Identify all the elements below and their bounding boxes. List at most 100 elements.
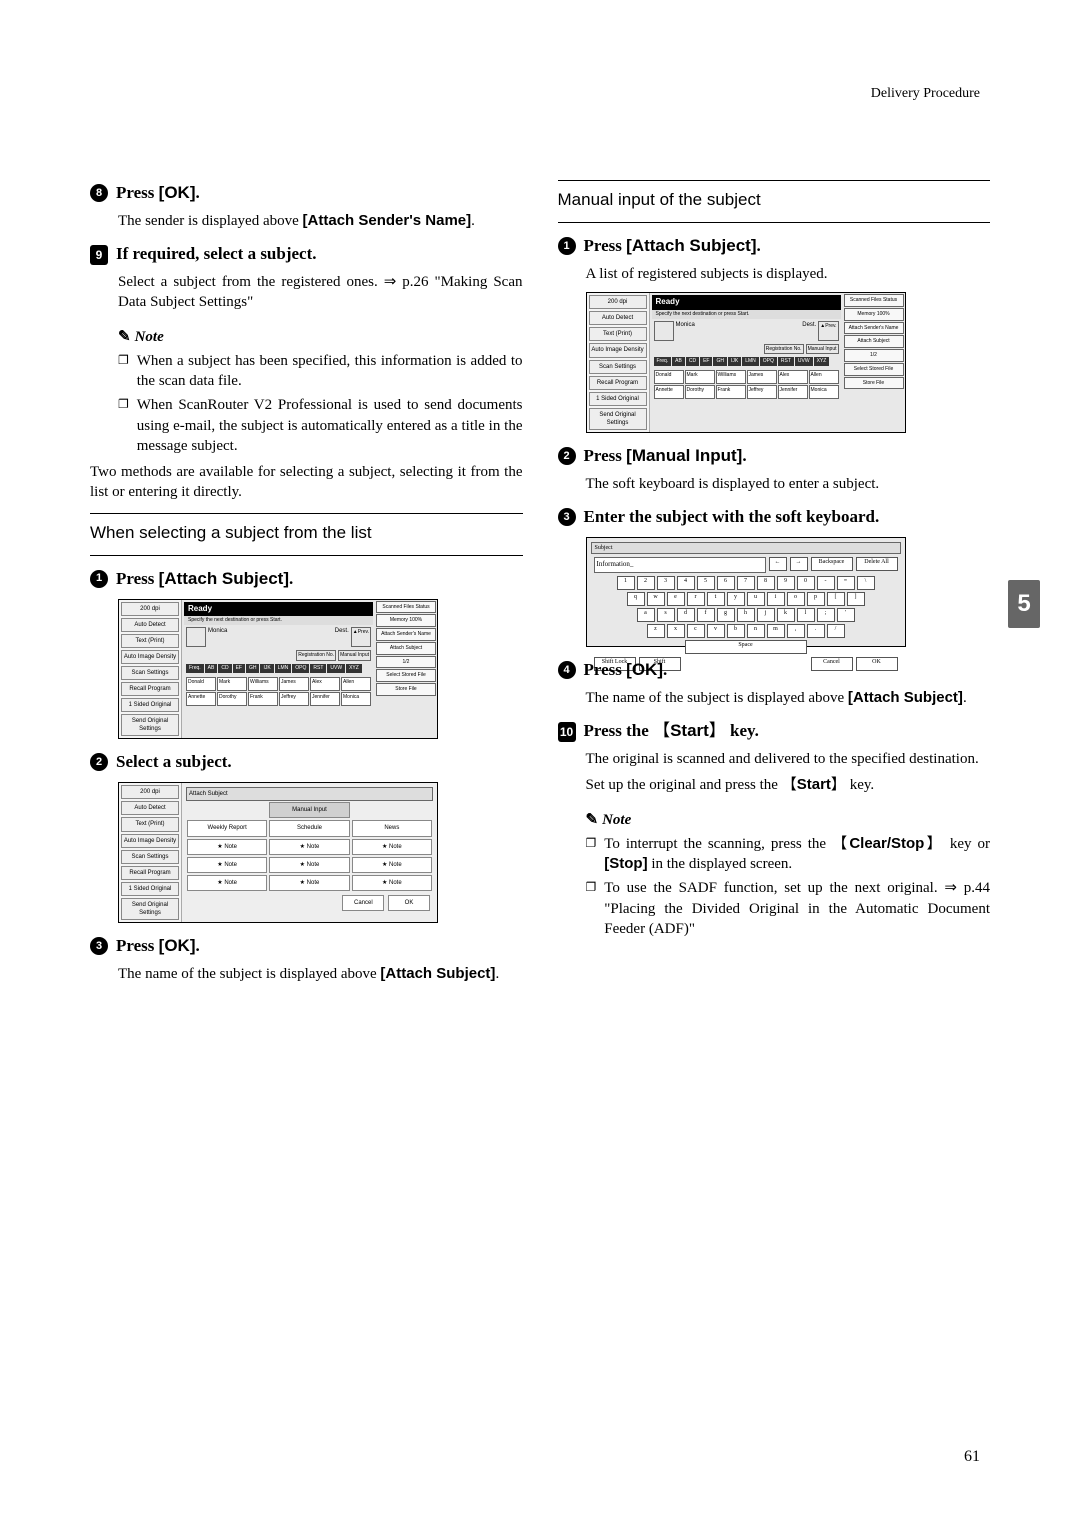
ss-btn[interactable]: 200 dpi <box>121 785 179 799</box>
kb-key[interactable]: w <box>647 592 665 606</box>
ss-name[interactable]: Frank <box>248 692 278 706</box>
ss-tab[interactable]: AB <box>672 357 685 366</box>
ss-name[interactable]: Allen <box>341 677 371 691</box>
ss-tab[interactable]: XYZ <box>814 357 830 366</box>
ss-subj-item[interactable]: ★ Note <box>187 839 267 855</box>
ss-tab[interactable]: LMN <box>742 357 759 366</box>
ss-tab[interactable]: GH <box>713 357 727 366</box>
ss-btn[interactable]: Auto Detect <box>589 311 647 325</box>
kb-key[interactable]: 2 <box>637 576 655 590</box>
ss-btn[interactable]: Scanned Files Status <box>376 601 436 614</box>
ss-name[interactable]: Mark <box>685 370 715 384</box>
ss-btn[interactable]: Attach Subject <box>376 642 436 655</box>
kb-key[interactable]: s <box>657 608 675 622</box>
ss-btn[interactable]: Attach Sender's Name <box>376 628 436 641</box>
kb-key[interactable]: m <box>767 624 785 638</box>
kb-key[interactable]: . <box>807 624 825 638</box>
kb-key[interactable]: f <box>697 608 715 622</box>
ss-tab[interactable]: IJK <box>728 357 741 366</box>
kb-key[interactable]: b <box>727 624 745 638</box>
ss-btn[interactable]: 1 Sided Original <box>121 882 179 896</box>
ss-name[interactable]: Jennifer <box>310 692 340 706</box>
ss-name[interactable]: Jeffrey <box>279 692 309 706</box>
ss-tab[interactable]: OPQ <box>760 357 777 366</box>
ss-btn[interactable]: Recall Program <box>589 376 647 390</box>
ss-btn[interactable]: 1 Sided Original <box>121 698 179 712</box>
ss-tab[interactable]: EF <box>233 664 245 673</box>
ss-name[interactable]: James <box>747 370 777 384</box>
ss-btn[interactable]: Store File <box>844 377 904 390</box>
ss-tab[interactable]: OPQ <box>292 664 309 673</box>
kb-key[interactable]: q <box>627 592 645 606</box>
kb-left-icon[interactable]: ← <box>769 557 787 571</box>
ss-btn[interactable]: Recall Program <box>121 866 179 880</box>
ss-subj-item[interactable]: ★ Note <box>269 839 349 855</box>
ss-name[interactable]: Annette <box>654 385 684 399</box>
kb-key[interactable]: t <box>707 592 725 606</box>
ss-subj-item[interactable]: Schedule <box>269 820 349 836</box>
kb-key[interactable]: c <box>687 624 705 638</box>
kb-key[interactable]: 8 <box>757 576 775 590</box>
ss-name[interactable]: Alex <box>310 677 340 691</box>
kb-key[interactable]: 0 <box>797 576 815 590</box>
ss-btn[interactable]: Auto Detect <box>121 801 179 815</box>
ss-name[interactable]: Dorothy <box>217 692 247 706</box>
kb-key[interactable]: i <box>767 592 785 606</box>
ss-tab[interactable]: EF <box>700 357 712 366</box>
ss-tab[interactable]: GH <box>246 664 260 673</box>
ss-reg-no[interactable]: Registration No. <box>296 650 336 661</box>
ss-name[interactable]: Annette <box>186 692 216 706</box>
kb-key[interactable]: p <box>807 592 825 606</box>
kb-key[interactable]: [ <box>827 592 845 606</box>
ss-btn[interactable]: 200 dpi <box>589 295 647 309</box>
ss-tab[interactable]: XYZ <box>346 664 362 673</box>
ss-ok[interactable]: OK <box>388 895 430 911</box>
ss-btn[interactable]: Text (Print) <box>121 634 179 648</box>
ss-subj-item[interactable]: ★ Note <box>269 875 349 891</box>
kb-key[interactable]: 7 <box>737 576 755 590</box>
kb-key[interactable]: , <box>787 624 805 638</box>
kb-key[interactable]: r <box>687 592 705 606</box>
ss-manual-input-btn[interactable]: Manual Input <box>269 802 349 818</box>
ss-name[interactable]: Williams <box>248 677 278 691</box>
ss-subj-item[interactable]: ★ Note <box>352 839 432 855</box>
ss-name[interactable]: Donald <box>654 370 684 384</box>
ss-prev[interactable]: ▲Prev. <box>351 627 371 647</box>
kb-backspace[interactable]: Backspace <box>811 557 853 571</box>
ss-name[interactable]: Allen <box>809 370 839 384</box>
ss-name[interactable]: Frank <box>716 385 746 399</box>
kb-key[interactable]: l <box>797 608 815 622</box>
kb-key[interactable]: ' <box>837 608 855 622</box>
ss-tab[interactable]: Freq. <box>654 357 672 366</box>
kb-key[interactable]: 9 <box>777 576 795 590</box>
kb-key[interactable]: 1 <box>617 576 635 590</box>
kb-key[interactable]: x <box>667 624 685 638</box>
ss-manual-input[interactable]: Manual Input <box>338 650 371 661</box>
ss-btn[interactable]: 1 Sided Original <box>589 392 647 406</box>
kb-key[interactable]: v <box>707 624 725 638</box>
ss-name[interactable]: Jennifer <box>778 385 808 399</box>
ss-subj-item[interactable]: News <box>352 820 432 836</box>
ss-name[interactable]: Alex <box>778 370 808 384</box>
ss-btn[interactable]: Attach Subject <box>844 335 904 348</box>
ss-name[interactable]: James <box>279 677 309 691</box>
ss-tab[interactable]: UVW <box>327 664 345 673</box>
ss-btn[interactable]: Scan Settings <box>121 850 179 864</box>
ss-btn[interactable]: Send Original Settings <box>589 408 647 430</box>
ss-btn[interactable]: Scan Settings <box>589 360 647 374</box>
kb-key[interactable]: 5 <box>697 576 715 590</box>
ss-btn[interactable]: Auto Detect <box>121 618 179 632</box>
kb-key[interactable]: 3 <box>657 576 675 590</box>
ss-btn[interactable]: Text (Print) <box>589 327 647 341</box>
ss-btn[interactable]: Auto Image Density <box>589 343 647 357</box>
ss-subj-item[interactable]: ★ Note <box>269 857 349 873</box>
kb-key[interactable]: g <box>717 608 735 622</box>
ss-name[interactable]: Monica <box>809 385 839 399</box>
ss-name[interactable]: Jeffrey <box>747 385 777 399</box>
kb-key[interactable]: a <box>637 608 655 622</box>
ss-name[interactable]: Mark <box>217 677 247 691</box>
kb-key[interactable]: k <box>777 608 795 622</box>
ss-tab[interactable]: AB <box>205 664 218 673</box>
kb-key[interactable]: 4 <box>677 576 695 590</box>
ss-tab[interactable]: RST <box>310 664 326 673</box>
